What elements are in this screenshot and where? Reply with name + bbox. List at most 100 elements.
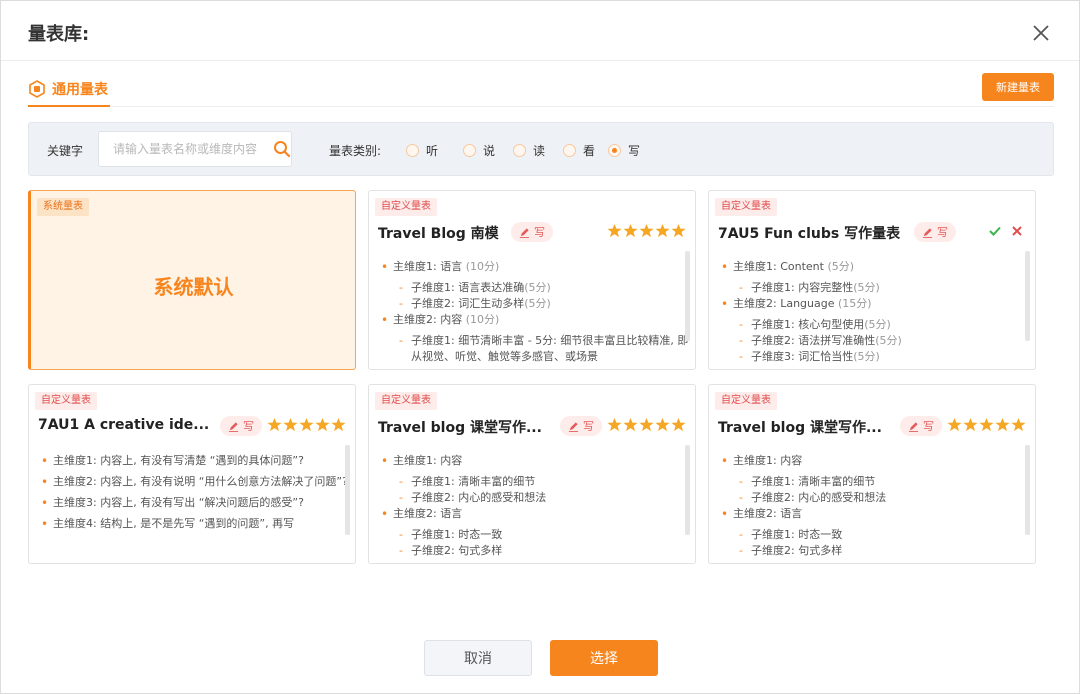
system-default-label: 系统默认: [153, 275, 234, 299]
star-icon: [315, 417, 330, 432]
dimension-text: 主维度2: 语言: [393, 507, 463, 520]
sub-dimension: 子维度1: 语言表达准确(5分): [378, 280, 690, 296]
main-dimension: 主维度2: 语言: [718, 506, 1030, 522]
scale-type-option[interactable]: 说: [463, 142, 495, 159]
main-dimension: 主维度1: 内容: [378, 453, 690, 469]
scrollbar[interactable]: [1025, 251, 1030, 341]
skill-label: 写: [243, 420, 254, 433]
sub-dimension: 子维度1: 内容完整性(5分): [718, 280, 1030, 296]
dimension-text: 子维度1: 时态一致: [751, 528, 843, 541]
radio-button[interactable]: [608, 144, 621, 157]
dimension-text: 子维度1: 核心句型使用: [751, 318, 865, 331]
dimension-text: 主维度1: 内容: [733, 454, 803, 467]
cancel-button[interactable]: 取消: [424, 640, 532, 676]
sub-dimension: 子维度2: 句式多样: [378, 543, 690, 559]
pencil-icon: [568, 421, 579, 432]
rating-stars: [267, 417, 346, 432]
star-icon: [623, 417, 638, 432]
main-dimension: 主维度4: 结构上, 是不是先写 “遇到的问题”, 再写: [38, 516, 350, 532]
dimension-text: 主维度2: 内容: [393, 313, 466, 326]
dimension-text: 主维度4: 结构上, 是不是先写 “遇到的问题”, 再写: [53, 517, 295, 530]
dimension-points: (5分): [864, 318, 891, 331]
pencil-icon: [519, 227, 530, 238]
main-dimension: 主维度2: 语言: [378, 506, 690, 522]
scale-type-option[interactable]: 听: [406, 142, 438, 159]
pencil-icon: [228, 421, 239, 432]
sub-dimension: 子维度2: 语法拼写准确性(5分): [718, 333, 1030, 349]
custom-scale-card[interactable]: 自定义量表 7AU1 A creative ide... 写主维度1: 内容上, 有…: [28, 384, 356, 564]
sub-dimension: 子维度2: 句式多样: [718, 543, 1030, 559]
check-icon[interactable]: [988, 224, 1002, 238]
tab-general-scales[interactable]: 通用量表: [28, 73, 110, 107]
custom-scale-card[interactable]: 自定义量表 Travel blog 课堂写作... 写主维度1: 内容子维度1: 清…: [368, 384, 696, 564]
custom-scale-tag: 自定义量表: [715, 198, 777, 216]
star-icon: [963, 417, 978, 432]
radio-button[interactable]: [406, 144, 419, 157]
scale-type-option[interactable]: 写: [608, 142, 640, 159]
dimension-text: 子维度2: 内心的感受和想法: [751, 491, 887, 504]
sub-dimension: 子维度2: 内心的感受和想法: [378, 490, 690, 506]
star-icon: [655, 417, 670, 432]
dimension-points: (10分): [465, 260, 500, 273]
scale-library-dialog: 量表库: 通用量表 新建量表 关键字 量表类别: 听说读看写 系统量表系统默认自…: [0, 0, 1080, 694]
sub-dimension: 子维度1: 清晰丰富的细节: [378, 474, 690, 490]
dimension-text: 子维度2: 语法拼写准确性: [751, 334, 876, 347]
dimension-text: 主维度2: 语言: [733, 507, 803, 520]
rating-stars: [947, 417, 1026, 432]
scrollbar[interactable]: [345, 445, 350, 535]
main-dimension: 主维度3: 内容上, 有没有写出 “解决问题后的感受”?: [38, 495, 350, 511]
dimension-points: (5分): [524, 281, 551, 294]
main-dimension: 主维度1: Content (5分): [718, 259, 1030, 275]
dimension-text: 子维度3: 词汇恰当性: [751, 350, 854, 363]
hexagon-icon: [29, 80, 45, 98]
star-icon: [979, 417, 994, 432]
radio-button[interactable]: [463, 144, 476, 157]
scale-type-option[interactable]: 看: [563, 142, 595, 159]
star-icon: [639, 417, 654, 432]
sub-dimension: 子维度1: 时态一致: [378, 527, 690, 543]
skill-badge: 写: [914, 222, 956, 242]
dimension-text: 主维度3: 内容上, 有没有写出 “解决问题后的感受”?: [53, 496, 304, 509]
scrollbar[interactable]: [685, 251, 690, 341]
delete-icon[interactable]: [1010, 224, 1024, 238]
scrollbar[interactable]: [685, 445, 690, 535]
star-icon: [267, 417, 282, 432]
skill-label: 写: [923, 420, 934, 433]
main-dimension: 主维度2: 内容 (10分): [378, 312, 690, 328]
filter-bar: 关键字 量表类别: 听 说 读 看 写: [28, 122, 1054, 176]
sub-dimension: 子维度1: 清晰丰富的细节: [718, 474, 1030, 490]
sub-dimension: 子维度2: 内心的感受和想法: [718, 490, 1030, 506]
system-scale-card[interactable]: 系统量表 系统默认: [28, 190, 356, 370]
search-icon[interactable]: [273, 140, 291, 158]
scrollbar[interactable]: [1025, 445, 1030, 535]
star-icon: [655, 223, 670, 238]
scale-type-label: 量表类别:: [329, 144, 382, 158]
dimension-text: 主维度1: 语言: [393, 260, 466, 273]
dimension-points: (15分): [837, 297, 872, 310]
close-icon[interactable]: [1031, 23, 1051, 43]
sub-dimension: 子维度2: 词汇生动多样(5分): [378, 296, 690, 312]
skill-badge: 写: [900, 416, 942, 436]
custom-scale-tag: 自定义量表: [375, 392, 437, 410]
sub-dimension: 子维度1: 时态一致: [718, 527, 1030, 543]
dimension-text: 子维度1: 清晰丰富的细节: [411, 475, 536, 488]
new-scale-button[interactable]: 新建量表: [982, 73, 1054, 101]
star-icon: [607, 417, 622, 432]
dimension-points: (10分): [465, 313, 500, 326]
custom-scale-card[interactable]: 自定义量表 Travel Blog 南模 写主维度1: 语言 (10分) 子维度1: …: [368, 190, 696, 370]
radio-button[interactable]: [563, 144, 576, 157]
dimension-list: 主维度1: 内容上, 有没有写清楚 “遇到的具体问题”? 主维度2: 内容上, 有…: [38, 453, 350, 559]
custom-scale-card[interactable]: 自定义量表 7AU5 Fun clubs 写作量表 写主维度1: Content (…: [708, 190, 1036, 370]
keyword-input[interactable]: [99, 132, 269, 166]
pencil-icon: [908, 421, 919, 432]
dimension-text: 子维度1: 内容完整性: [751, 281, 854, 294]
select-button[interactable]: 选择: [550, 640, 658, 676]
rating-stars: [607, 417, 686, 432]
dimension-text: 子维度1: 语言表达准确: [411, 281, 525, 294]
custom-scale-card[interactable]: 自定义量表 Travel blog 课堂写作... 写主维度1: 内容子维度1: 清…: [708, 384, 1036, 564]
dimension-list: 主维度1: 内容子维度1: 清晰丰富的细节子维度2: 内心的感受和想法主维度2:…: [378, 453, 690, 559]
scale-type-option[interactable]: 读: [513, 142, 545, 159]
tab-label: 通用量表: [52, 82, 108, 98]
card-title: 7AU5 Fun clubs 写作量表: [718, 226, 901, 242]
radio-button[interactable]: [513, 144, 526, 157]
